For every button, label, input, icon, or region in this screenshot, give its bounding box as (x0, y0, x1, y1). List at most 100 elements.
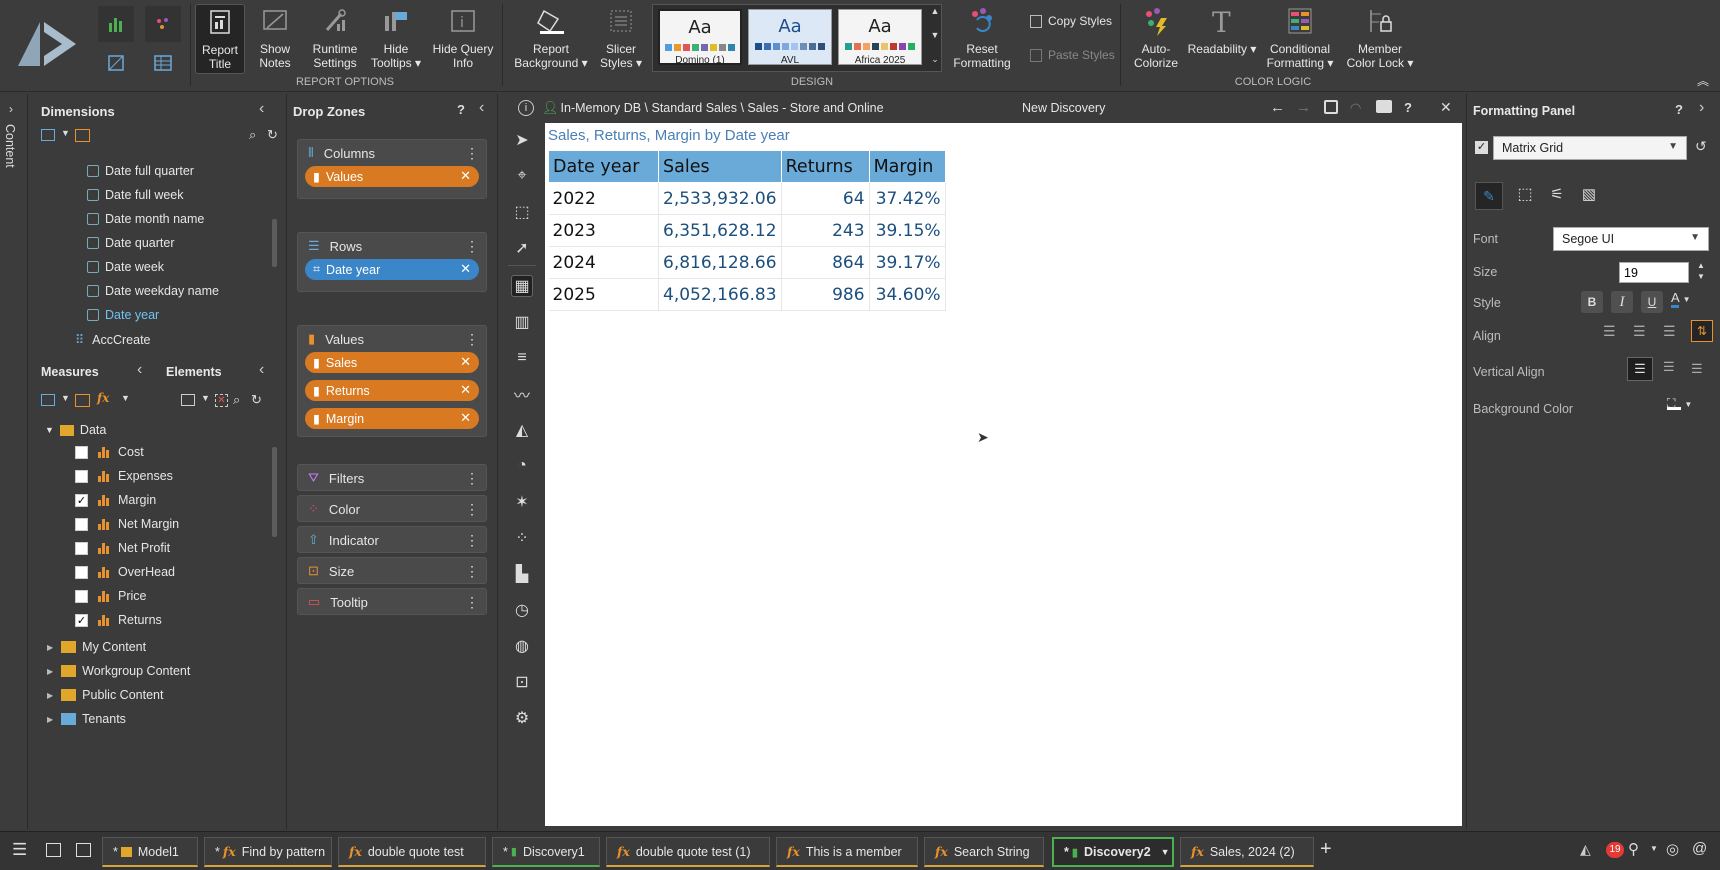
enable-formatting-checkbox[interactable]: ✓ (1475, 141, 1488, 154)
refresh-icon[interactable]: ↻ (267, 127, 278, 143)
measures-tab[interactable]: Measures (41, 365, 99, 379)
taskbar-tab[interactable]: * ▮ Discovery1 (492, 837, 600, 867)
size-input[interactable] (1619, 262, 1689, 283)
auto-colorize-button[interactable]: Auto- Colorize (1128, 4, 1184, 74)
settings-tab[interactable]: ⚟ (1543, 182, 1571, 210)
grid-row[interactable]: 2025 4,052,166.83 986 34.60% (548, 278, 946, 311)
zone-menu-icon[interactable]: ⋮ (465, 470, 479, 487)
remove-pill-icon[interactable]: ✕ (460, 382, 471, 398)
measure-item[interactable]: ✓ Margin (75, 493, 156, 507)
forward-icon[interactable]: → (1296, 99, 1311, 116)
hierarchy-item[interactable]: ⠿ AccCreate (75, 332, 151, 348)
scatter-chart-icon[interactable] (145, 6, 181, 42)
dimension-item[interactable]: Date month name (87, 212, 204, 226)
pill-margin[interactable]: ▮ Margin ✕ (305, 408, 479, 429)
remove-pill-icon[interactable]: ✕ (460, 410, 471, 426)
pivot-chart-icon[interactable] (98, 48, 134, 78)
grid-cell[interactable]: 864 (781, 246, 870, 279)
lasso-select-icon[interactable]: ⬚ (511, 201, 533, 223)
dropdown-caret-icon[interactable]: ▼ (121, 393, 130, 403)
pyramid-icon[interactable]: ◭ (1580, 841, 1591, 858)
browse-icon[interactable] (46, 843, 61, 857)
save-icon[interactable] (1324, 100, 1338, 114)
zone-menu-icon[interactable]: ⋮ (465, 145, 479, 162)
conditional-formatting-button[interactable]: Conditional Formatting ▾ (1262, 4, 1338, 74)
dimension-item[interactable]: Date year (87, 308, 159, 322)
help-icon[interactable]: ? (457, 102, 465, 117)
taskbar-tab[interactable]: fx double quote test (1) (606, 837, 770, 867)
hide-tooltips-button[interactable]: Hide Tooltips ▾ (370, 4, 422, 74)
dimension-item[interactable]: Date week (87, 260, 164, 274)
matrix-grid[interactable]: Date year Sales Returns Margin 2022 2,533,93… (548, 150, 946, 311)
grid-row[interactable]: 2023 6,351,628.12 243 39.15% (548, 214, 946, 247)
taskbar-tab[interactable]: fx Sales, 2024 (2) (1180, 837, 1314, 867)
measure-item[interactable]: OverHead (75, 565, 175, 579)
line-chart-icon[interactable]: 〰 (511, 383, 533, 405)
zone-menu-icon[interactable]: ⋮ (465, 501, 479, 518)
collapse-panel-icon[interactable]: ‹ (259, 100, 264, 118)
search-icon[interactable]: ⌕ (233, 392, 240, 408)
globe-icon[interactable]: ◎ (1666, 840, 1679, 858)
grid-row[interactable]: 2022 2,533,932.06 64 37.42% (548, 182, 946, 215)
pill-sales[interactable]: ▮ Sales ✕ (305, 352, 479, 373)
notification-badge[interactable]: 19 (1606, 842, 1624, 858)
grid-header-cell[interactable]: Margin (868, 150, 946, 183)
italic-button[interactable]: I (1611, 291, 1633, 313)
copy-styles-button[interactable]: Copy Styles (1030, 14, 1112, 28)
align-right-icon[interactable]: ☰ (1663, 323, 1676, 340)
underline-button[interactable]: U (1641, 291, 1663, 313)
border-tab[interactable]: ⬚ (1511, 182, 1539, 210)
measure-checkbox[interactable] (75, 541, 88, 555)
align-auto-icon[interactable]: ⇅ (1691, 320, 1713, 342)
target-dropdown[interactable]: Matrix Grid ▼ (1493, 136, 1687, 160)
grid-cell[interactable]: 6,351,628.12 (658, 214, 782, 247)
drop-zone-size[interactable]: ⊡ Size ⋮ (297, 557, 487, 584)
bar-chart-icon[interactable] (98, 6, 134, 42)
grid-header-cell[interactable]: Sales (658, 150, 782, 183)
data-folder[interactable]: ▼ Data (45, 423, 106, 437)
dimensions-scrollbar[interactable] (272, 219, 277, 267)
column-chart-icon[interactable]: ▥ (511, 311, 533, 333)
grid-cell[interactable]: 2,533,932.06 (658, 182, 782, 215)
align-left-icon[interactable]: ☰ (1603, 323, 1616, 340)
select-pointer-icon[interactable]: ➤ (511, 129, 533, 151)
remove-pill-icon[interactable]: ✕ (460, 354, 471, 370)
gallery-expand[interactable]: ⌄ (928, 54, 942, 70)
slicer-styles-button[interactable]: Slicer Styles ▾ (596, 4, 646, 74)
grid-cell[interactable]: 986 (781, 278, 870, 311)
hierarchy-icon[interactable] (75, 394, 90, 407)
taskbar-tab[interactable]: fx This is a member (776, 837, 918, 867)
spiral-icon[interactable]: @ (1692, 840, 1707, 857)
discovery-canvas[interactable]: Sales, Returns, Margin by Date year Date… (545, 123, 1462, 826)
show-notes-button[interactable]: Show Notes (252, 4, 298, 74)
query-info-icon[interactable]: i (518, 99, 534, 116)
pill-values[interactable]: ▮ Values ✕ (305, 166, 479, 187)
open-icon[interactable] (76, 843, 91, 857)
dropdown-caret-icon[interactable]: ▼ (61, 393, 70, 403)
measure-checkbox[interactable] (75, 565, 88, 579)
measure-checkbox[interactable] (75, 589, 88, 603)
collapse-elements-icon[interactable]: ‹ (259, 361, 264, 379)
measure-checkbox[interactable]: ✓ (75, 613, 88, 627)
columns-zone[interactable]: ⦀ Columns ⋮ ▮ Values ✕ (297, 139, 487, 199)
elements-tab[interactable]: Elements (166, 365, 222, 379)
drill-pointer-icon[interactable]: ➚ (511, 237, 533, 259)
plugins-icon[interactable]: ⚙ (511, 707, 533, 729)
zone-menu-icon[interactable]: ⋮ (465, 238, 479, 255)
dimension-item[interactable]: Date weekday name (87, 284, 219, 298)
measure-checkbox[interactable]: ✓ (75, 493, 88, 507)
help-icon[interactable]: ? (1675, 102, 1683, 117)
treemap-icon[interactable]: ▙ (511, 563, 533, 585)
zone-menu-icon[interactable]: ⋮ (465, 563, 479, 580)
pie-chart-icon[interactable]: ◔ (511, 455, 533, 477)
hide-query-info-button[interactable]: i Hide Query Info (432, 4, 494, 74)
zone-menu-icon[interactable]: ⋮ (465, 594, 479, 611)
grid-row-header[interactable]: 2023 (548, 214, 659, 247)
chevron-down-icon[interactable]: ▼ (1161, 847, 1170, 857)
text-format-tab[interactable]: ✎ (1475, 182, 1503, 210)
pin-icon[interactable]: ⚲ (1628, 840, 1639, 858)
measure-item[interactable]: Price (75, 589, 146, 603)
grid-row-header[interactable]: 2024 (548, 246, 659, 279)
area-chart-icon[interactable]: ◭ (511, 419, 533, 441)
map-icon[interactable]: ◍ (511, 635, 533, 657)
